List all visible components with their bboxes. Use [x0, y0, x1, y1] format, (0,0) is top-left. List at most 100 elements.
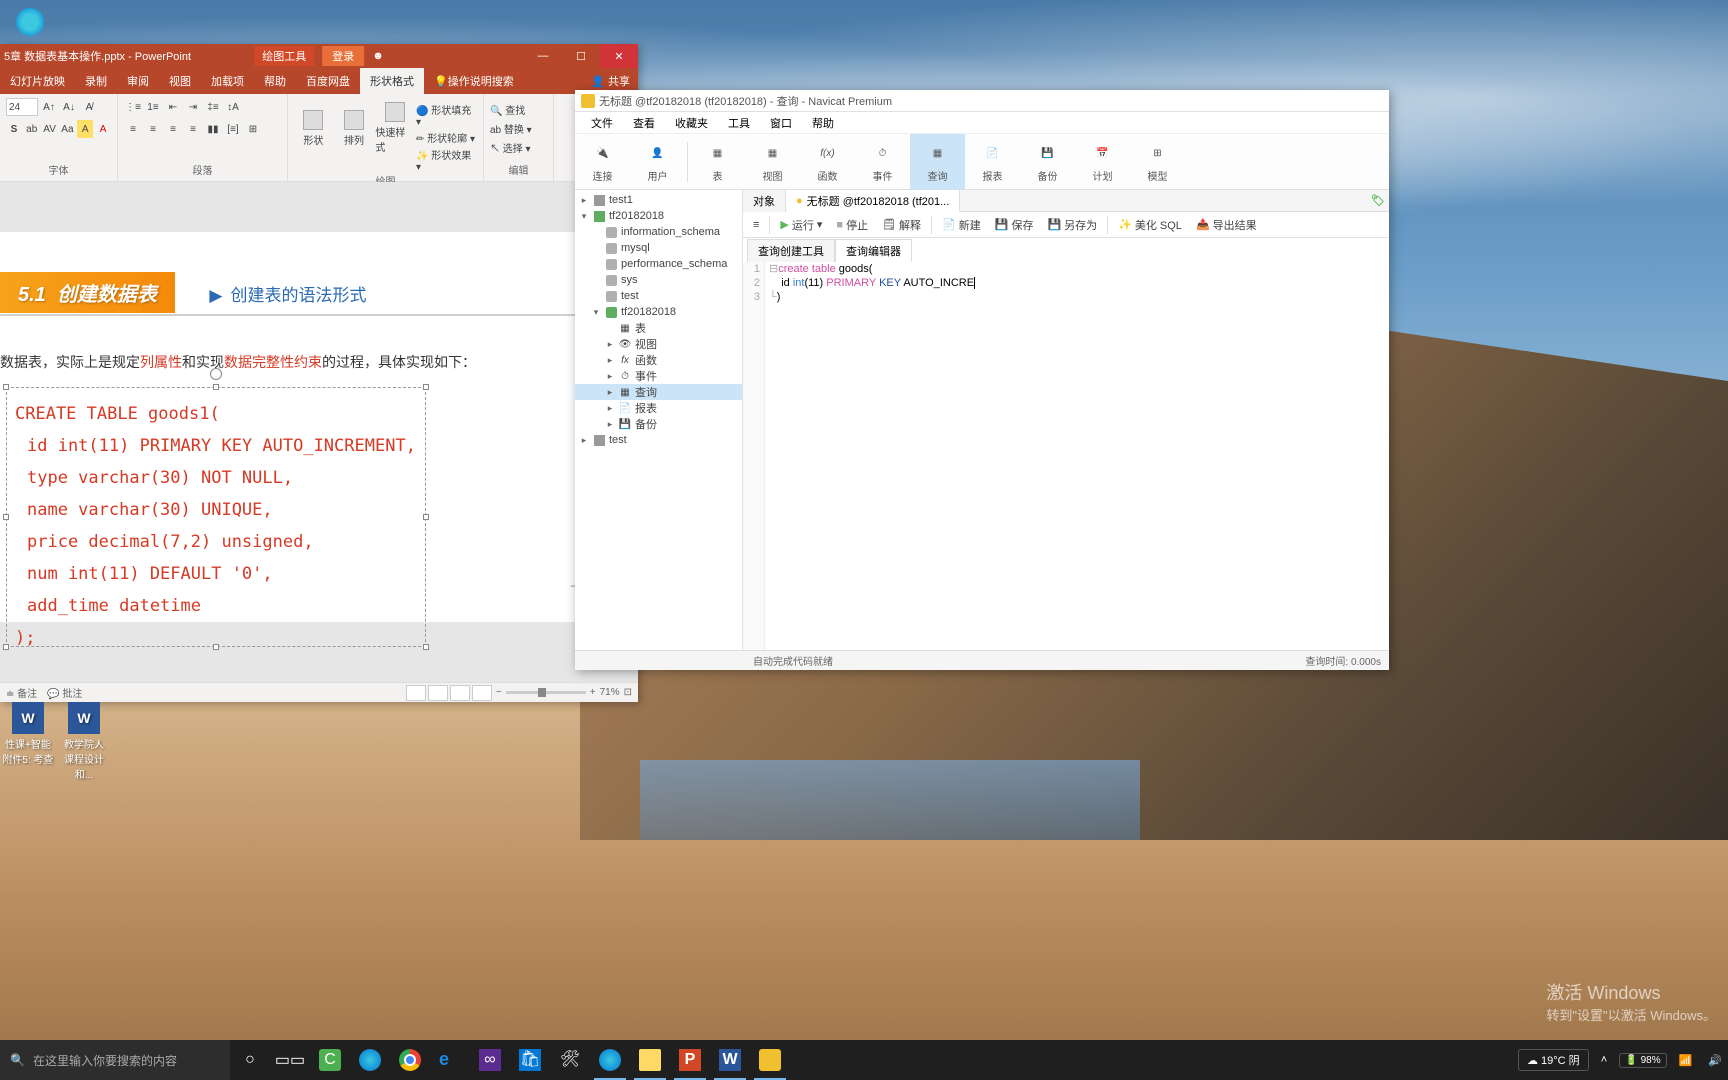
battery-status[interactable]: 🔋 98%	[1619, 1053, 1666, 1068]
explain-button[interactable]: 🗒 解释	[876, 214, 927, 236]
tray-chevron[interactable]: ˄	[1597, 1054, 1611, 1066]
toolbar-menu-button[interactable]: ≡	[747, 214, 765, 236]
ppt-slide-area[interactable]: 5.1 创建数据表 ▶创建表的语法形式 数据表，实际上是规定列属性和实现数据完整…	[0, 182, 638, 682]
find-button[interactable]: 🔍 查找	[490, 102, 547, 117]
resize-handle-mr[interactable]	[423, 514, 429, 520]
smartart-button[interactable]: ⊞	[244, 120, 262, 138]
tab-addins[interactable]: 加载项	[201, 68, 254, 94]
ppt-login-button[interactable]: 登录	[322, 46, 364, 66]
case-button[interactable]: Aa	[59, 120, 75, 138]
align-left-button[interactable]: ≡	[124, 120, 142, 138]
tab-shape-format[interactable]: 形状格式	[360, 68, 424, 94]
share-button[interactable]: 👤 共享	[591, 73, 630, 89]
connection-tree[interactable]: ▸test1 ▾tf20182018 information_schema my…	[575, 190, 743, 650]
fit-window-button[interactable]: ⊡	[624, 687, 632, 698]
taskbar-explorer[interactable]	[630, 1040, 670, 1080]
shrink-font-button[interactable]: A↓	[60, 98, 78, 116]
resize-handle-br[interactable]	[423, 644, 429, 650]
normal-view-button[interactable]	[406, 685, 426, 701]
strike-button[interactable]: ab	[24, 120, 40, 138]
subtab-editor[interactable]: 查询编辑器	[835, 239, 912, 262]
code-area[interactable]: ⊟create table goods( id int(11) PRIMARY …	[765, 262, 1389, 650]
export-button[interactable]: 📤 导出结果	[1190, 214, 1263, 236]
tree-database[interactable]: performance_schema	[575, 256, 742, 272]
spacing-button[interactable]: AV	[42, 120, 58, 138]
zoom-level[interactable]: 71%	[600, 687, 620, 698]
zoom-in-button[interactable]: +	[590, 687, 596, 698]
tool-model[interactable]: ⊞模型	[1130, 134, 1185, 190]
justify-button[interactable]: ≡	[184, 120, 202, 138]
font-size-input[interactable]: 24	[6, 98, 38, 116]
tree-database[interactable]: sys	[575, 272, 742, 288]
line-spacing-button[interactable]: ‡≡	[204, 98, 222, 116]
taskbar-navicat[interactable]	[750, 1040, 790, 1080]
tree-connection[interactable]: ▾tf20182018	[575, 208, 742, 224]
tab-baidu[interactable]: 百度网盘	[296, 68, 360, 94]
taskbar-ie[interactable]: e	[430, 1040, 470, 1080]
tab-record[interactable]: 录制	[75, 68, 117, 94]
columns-button[interactable]: ▮▮	[204, 120, 222, 138]
taskbar-vs[interactable]: ∞	[470, 1040, 510, 1080]
shape-effects-button[interactable]: ✨ 形状效果 ▾	[416, 147, 477, 173]
tab-query-untitled[interactable]: ●无标题 @tf20182018 (tf201...	[786, 190, 960, 212]
tray-network-icon[interactable]: 📶	[1675, 1054, 1697, 1067]
tool-backup[interactable]: 💾备份	[1020, 134, 1075, 190]
tool-schedule[interactable]: 📅计划	[1075, 134, 1130, 190]
ppt-titlebar[interactable]: 5章 数据表基本操作.pptx - PowerPoint 绘图工具 登录 ☻ —…	[0, 44, 638, 68]
slideshow-view-button[interactable]	[472, 685, 492, 701]
taskbar-store[interactable]: 🛍	[510, 1040, 550, 1080]
taskbar-search[interactable]: 🔍 在这里输入你要搜索的内容	[0, 1040, 230, 1080]
shapes-button[interactable]: 形状	[294, 98, 333, 158]
tree-connection[interactable]: ▸test	[575, 432, 742, 448]
new-button[interactable]: 📄 新建	[936, 214, 987, 236]
bold-button[interactable]: S	[6, 120, 22, 138]
tree-tables[interactable]: ▦表	[575, 320, 742, 336]
subtab-builder[interactable]: 查询创建工具	[747, 239, 835, 262]
quick-styles-button[interactable]: 快速样式	[375, 98, 414, 158]
rotate-handle[interactable]	[210, 368, 222, 380]
close-button[interactable]: ✕	[600, 44, 638, 68]
sql-editor[interactable]: 123 ⊟create table goods( id int(11) PRIM…	[743, 262, 1389, 650]
tool-report[interactable]: 📄报表	[965, 134, 1020, 190]
shape-outline-button[interactable]: ✏ 形状轮廓 ▾	[416, 130, 477, 145]
resize-handle-bl[interactable]	[3, 644, 9, 650]
align-text-button[interactable]: [≡]	[224, 120, 242, 138]
weather-widget[interactable]: ☁ 19°C 阴	[1518, 1049, 1589, 1071]
tree-functions[interactable]: ▸fx函数	[575, 352, 742, 368]
tree-database[interactable]: mysql	[575, 240, 742, 256]
tab-review[interactable]: 审阅	[117, 68, 159, 94]
taskbar-chrome[interactable]	[390, 1040, 430, 1080]
navicat-titlebar[interactable]: 无标题 @tf20182018 (tf20182018) - 查询 - Navi…	[575, 90, 1389, 112]
indent-inc-button[interactable]: ⇥	[184, 98, 202, 116]
tray-volume-icon[interactable]: 🔊	[1704, 1054, 1726, 1067]
indent-dec-button[interactable]: ⇤	[164, 98, 182, 116]
grow-font-button[interactable]: A↑	[40, 98, 58, 116]
tab-objects[interactable]: 对象	[743, 190, 786, 212]
maximize-button[interactable]: ☐	[562, 44, 600, 68]
comments-button[interactable]: 💬 批注	[47, 685, 82, 700]
highlight-button[interactable]: A	[77, 120, 93, 138]
resize-handle-tc[interactable]	[213, 384, 219, 390]
menu-help[interactable]: 帮助	[802, 115, 844, 131]
tool-table[interactable]: ▦表	[690, 134, 745, 190]
tool-query[interactable]: ▦查询	[910, 134, 965, 190]
taskbar-edge2[interactable]	[590, 1040, 630, 1080]
tree-events[interactable]: ▸⏱事件	[575, 368, 742, 384]
desktop-icon-word2[interactable]: W 教学院人 课程设计和...	[58, 702, 110, 781]
taskbar-word[interactable]: W	[710, 1040, 750, 1080]
notes-button[interactable]: ≐ 备注	[6, 685, 37, 700]
tree-database-open[interactable]: ▾tf20182018	[575, 304, 742, 320]
desktop-icon-word1[interactable]: W 性课+智能 附件5: 考查	[2, 702, 54, 766]
beautify-button[interactable]: ✨ 美化 SQL	[1112, 214, 1188, 236]
tree-database[interactable]: test	[575, 288, 742, 304]
new-tab-button[interactable]: 🏷	[1367, 194, 1389, 207]
tree-views[interactable]: ▸👁视图	[575, 336, 742, 352]
replace-button[interactable]: ab 替换 ▾	[490, 121, 547, 136]
tab-slideshow[interactable]: 幻灯片放映	[0, 68, 75, 94]
align-center-button[interactable]: ≡	[144, 120, 162, 138]
menu-favorites[interactable]: 收藏夹	[665, 115, 718, 131]
save-button[interactable]: 💾 保存	[989, 214, 1040, 236]
cortana-button[interactable]: ○	[230, 1040, 270, 1080]
tree-database[interactable]: information_schema	[575, 224, 742, 240]
arrange-button[interactable]: 排列	[335, 98, 374, 158]
